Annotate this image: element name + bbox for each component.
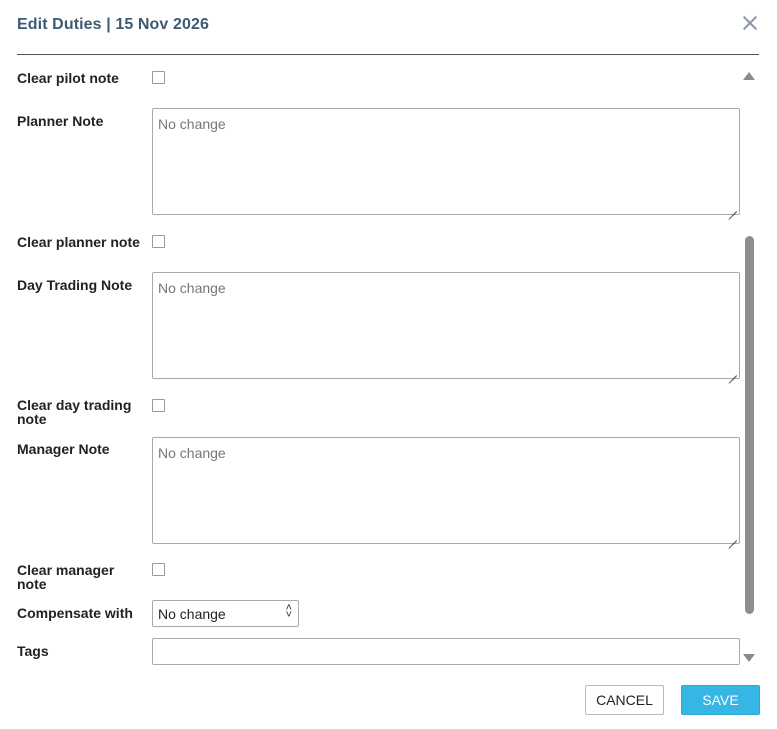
- save-button[interactable]: SAVE: [681, 685, 760, 715]
- manager-note-placeholder: No change: [158, 445, 226, 461]
- cancel-button[interactable]: CANCEL: [585, 685, 664, 715]
- day-trading-note-label: Day Trading Note: [17, 277, 133, 293]
- compensate-with-value: No change: [158, 606, 226, 622]
- planner-note-label: Planner Note: [17, 113, 104, 129]
- manager-note-textarea[interactable]: No change: [152, 437, 740, 544]
- resize-grip-icon[interactable]: [729, 533, 737, 541]
- clear-day-trading-note-checkbox[interactable]: [152, 399, 165, 412]
- close-icon[interactable]: [741, 14, 759, 32]
- planner-note-textarea[interactable]: No change: [152, 108, 740, 215]
- clear-manager-note-checkbox[interactable]: [152, 563, 165, 576]
- resize-grip-icon[interactable]: [729, 368, 737, 376]
- scroll-up-icon[interactable]: [743, 72, 755, 80]
- manager-note-label: Manager Note: [17, 441, 110, 457]
- day-trading-note-textarea[interactable]: No change: [152, 272, 740, 379]
- day-trading-note-placeholder: No change: [158, 280, 226, 296]
- resize-grip-icon[interactable]: [729, 204, 737, 212]
- scroll-down-icon[interactable]: [743, 654, 755, 662]
- clear-pilot-note-checkbox[interactable]: [152, 71, 165, 84]
- clear-planner-note-label: Clear planner note: [17, 234, 140, 250]
- tags-input[interactable]: [152, 638, 740, 665]
- planner-note-placeholder: No change: [158, 116, 226, 132]
- compensate-with-select[interactable]: No change ˄ ˅: [152, 600, 299, 627]
- scrollbar-thumb[interactable]: [745, 236, 754, 614]
- dialog-title: Edit Duties | 15 Nov 2026: [17, 16, 209, 33]
- dialog-header: Edit Duties | 15 Nov 2026: [17, 16, 759, 55]
- compensate-with-label: Compensate with: [17, 605, 133, 621]
- clear-manager-note-label: Clear manager note: [17, 562, 115, 592]
- clear-planner-note-checkbox[interactable]: [152, 235, 165, 248]
- chevron-up-down-icon: ˄ ˅: [285, 602, 292, 621]
- tags-label: Tags: [17, 643, 49, 659]
- clear-pilot-note-label: Clear pilot note: [17, 70, 119, 86]
- clear-day-trading-note-label: Clear day trading note: [17, 397, 132, 427]
